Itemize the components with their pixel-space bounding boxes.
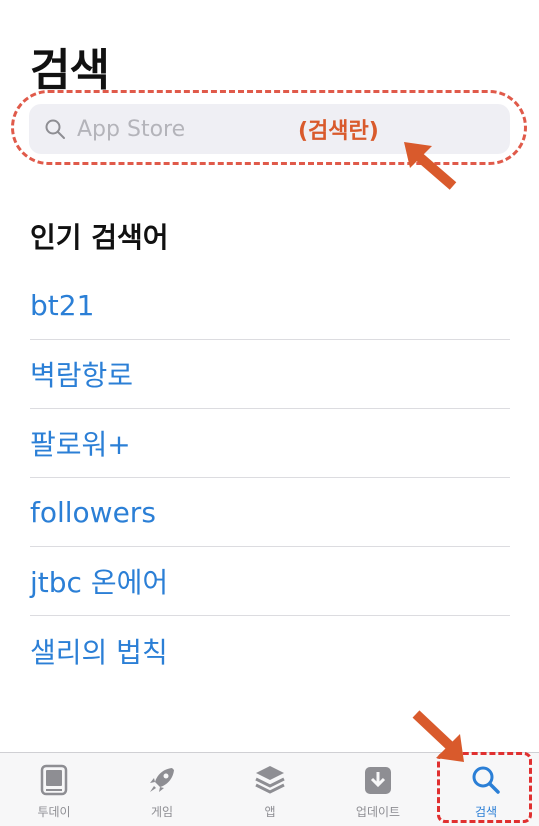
arrow-down-right-icon	[412, 710, 464, 762]
trending-heading: 인기 검색어	[30, 221, 169, 254]
tab-games[interactable]: 게임	[108, 753, 216, 826]
rocket-icon	[150, 768, 174, 792]
trending-item[interactable]: followers	[30, 478, 510, 547]
trending-item[interactable]: 샐리의 법칙	[30, 616, 510, 685]
today-icon	[40, 764, 68, 796]
trending-item[interactable]: bt21	[30, 271, 510, 340]
tab-today[interactable]: 투데이	[0, 753, 108, 826]
trending-item[interactable]: 팔로워+	[30, 409, 510, 478]
search-annotation-label: (검색란)	[298, 119, 379, 144]
tab-label: 앱	[264, 805, 276, 819]
download-tray-icon	[365, 767, 391, 794]
tab-label: 게임	[150, 805, 174, 819]
trending-item[interactable]: 벽람항로	[30, 340, 510, 409]
tab-label: 업데이트	[355, 805, 401, 819]
apps-stack-icon	[255, 766, 285, 794]
arrow-up-left-icon	[404, 142, 457, 190]
tab-apps[interactable]: 앱	[216, 753, 324, 826]
trending-item[interactable]: jtbc 온에어	[30, 547, 510, 616]
page-title: 검색	[30, 45, 110, 96]
tab-label: 투데이	[37, 805, 71, 819]
trending-list: bt21 벽람항로 팔로워+ followers jtbc 온에어 샐리의 법칙	[30, 271, 510, 685]
